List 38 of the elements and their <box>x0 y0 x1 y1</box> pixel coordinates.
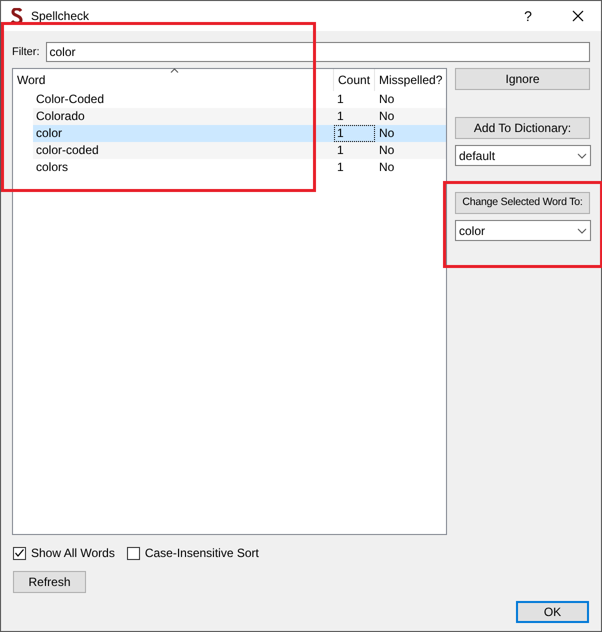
count-cell-text: 1 <box>336 108 345 125</box>
misspelled-cell-text: No <box>378 125 394 142</box>
checkbox[interactable] <box>126 546 140 560</box>
word-cell-text: colors <box>35 159 70 176</box>
close-icon <box>572 10 584 22</box>
checkbox-label: Show All Words <box>31 545 115 562</box>
chevron-down-icon <box>577 152 587 158</box>
help-button[interactable]: ? <box>513 6 543 26</box>
ignore-button[interactable]: Ignore <box>455 68 590 90</box>
word-cell-text: color <box>35 125 64 142</box>
checkbox[interactable] <box>13 546 26 560</box>
app-logo-icon <box>11 8 23 24</box>
filter-field[interactable]: color <box>46 42 590 62</box>
checkbox-label: Case-Insensitive Sort <box>144 545 259 562</box>
refresh-button[interactable]: Refresh <box>13 571 86 593</box>
count-cell-text: 1 <box>336 142 345 159</box>
misspelled-cell-text: No <box>378 142 394 159</box>
word-cell-text: Colorado <box>35 108 86 125</box>
misspelled-cell-text: No <box>378 108 394 125</box>
word-cell-text: color-coded <box>35 142 100 159</box>
filter-label: Filter: <box>12 44 40 60</box>
misspelled-cell-text: No <box>378 91 394 108</box>
ok-button[interactable]: OK <box>516 601 589 623</box>
window-title: Spellcheck <box>31 8 90 25</box>
checkmark-icon <box>15 549 24 557</box>
misspelled-cell-text: No <box>378 159 394 176</box>
count-cell-text: 1 <box>336 91 345 108</box>
replacement-dropdown[interactable]: color <box>455 220 591 241</box>
add-to-dictionary-button[interactable]: Add To Dictionary: <box>455 117 590 139</box>
column-header[interactable]: Misspelled? <box>375 69 446 91</box>
dictionary-dropdown[interactable]: default <box>455 145 591 166</box>
chevron-down-icon <box>577 228 587 234</box>
table-row[interactable]: Colorado 1 No <box>33 108 446 125</box>
change-word-button[interactable]: Change Selected Word To: <box>455 192 590 214</box>
table-row[interactable]: color 1 No <box>33 125 446 142</box>
word-cell-text: Color-Coded <box>35 91 106 108</box>
table-row[interactable]: color-coded 1 No <box>33 142 446 159</box>
count-cell-text: 1 <box>336 159 345 176</box>
